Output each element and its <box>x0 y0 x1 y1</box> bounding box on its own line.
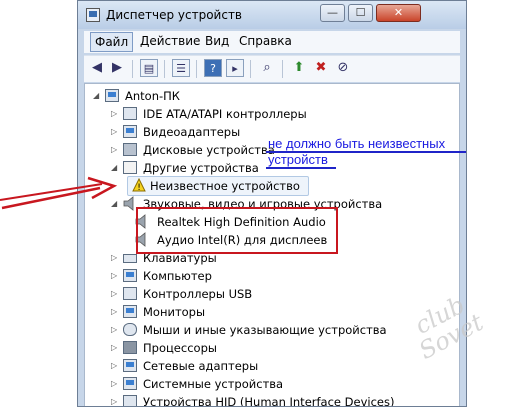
processor-icon <box>123 341 137 354</box>
system-device-icon <box>123 377 137 390</box>
tree-item-label: Мыши и иные указывающие устройства <box>143 323 387 337</box>
close-button[interactable]: ✕ <box>376 4 421 22</box>
tree-item-system-devices[interactable]: ▷ Системные устройства <box>111 375 311 393</box>
highlight-box-audio-devices <box>136 207 338 254</box>
menu-help[interactable]: Справка <box>239 34 292 48</box>
tree-item-processors[interactable]: ▷ Процессоры <box>111 339 311 357</box>
display-adapter-icon <box>123 125 137 138</box>
update-driver-icon[interactable]: ⬆ <box>290 59 308 77</box>
maximize-button[interactable]: ☐ <box>348 4 373 22</box>
tree-item-label: Устройства HID (Human Interface Devices) <box>143 395 395 406</box>
tree-item-label: IDE ATA/ATAPI контроллеры <box>143 107 307 121</box>
tree-item-label: Контроллеры USB <box>143 287 253 301</box>
tree-item-label: Видеоадаптеры <box>143 125 241 139</box>
window-title: Диспетчер устройств <box>106 8 243 22</box>
tree-item-computer[interactable]: ▷ Компьютер <box>111 267 311 285</box>
action-pane-icon[interactable]: ▸ <box>226 59 244 77</box>
menu-view[interactable]: Вид <box>205 34 229 48</box>
back-arrow-icon[interactable]: ◀ <box>88 59 106 77</box>
toolbar: ◀ ▶ ▤ ☰ ? ▸ ⌕ ⬆ ✖ ⊘ <box>84 55 460 82</box>
collapse-arrow-icon[interactable]: ◢ <box>93 91 99 100</box>
expand-arrow-icon[interactable]: ▷ <box>111 271 117 280</box>
tree-item-label: Компьютер <box>143 269 212 283</box>
toolbar-divider <box>132 60 133 78</box>
computer-icon <box>123 269 137 282</box>
toolbar-divider <box>282 60 283 78</box>
ide-controller-icon <box>123 107 137 120</box>
expand-arrow-icon[interactable]: ▷ <box>111 379 117 388</box>
disable-device-icon[interactable]: ⊘ <box>334 59 352 77</box>
expand-arrow-icon[interactable]: ▷ <box>111 307 117 316</box>
network-adapter-icon <box>123 359 137 372</box>
expand-arrow-icon[interactable]: ▷ <box>111 361 117 370</box>
annotation-underline <box>266 167 336 169</box>
hid-icon <box>123 395 137 406</box>
tree-item-label: Дисковые устройства <box>143 143 275 157</box>
tree-item-label: Процессоры <box>143 341 217 355</box>
tree-item-label: Неизвестное устройство <box>150 179 300 193</box>
forward-arrow-icon[interactable]: ▶ <box>108 59 126 77</box>
device-manager-icon <box>86 8 100 22</box>
uninstall-icon[interactable]: ✖ <box>312 59 330 77</box>
computer-icon <box>105 89 119 102</box>
tree-item-usb-controllers[interactable]: ▷ Контроллеры USB <box>111 285 311 303</box>
properties-icon[interactable]: ☰ <box>172 59 190 77</box>
help-icon[interactable]: ? <box>204 59 222 77</box>
toolbar-divider <box>196 60 197 78</box>
expand-arrow-icon[interactable]: ▷ <box>111 127 117 136</box>
menu-bar: Файл Действие Вид Справка <box>84 31 460 53</box>
toolbar-divider <box>164 60 165 78</box>
menu-file[interactable]: Файл <box>90 32 134 52</box>
tree-item-unknown-device[interactable]: ! Неизвестное устройство <box>127 176 309 196</box>
title-bar[interactable]: Диспетчер устройств — ☐ ✕ <box>78 1 466 29</box>
minimize-button[interactable]: — <box>320 4 345 22</box>
annotation-text-line2: устройств <box>268 152 328 167</box>
scan-hardware-icon[interactable]: ⌕ <box>258 59 276 77</box>
expand-arrow-icon[interactable]: ▷ <box>111 325 117 334</box>
monitor-icon <box>123 305 137 318</box>
tree-item-label: Системные устройства <box>143 377 284 391</box>
tree-item-label: Другие устройства <box>143 161 259 175</box>
tree-item-network-adapters[interactable]: ▷ Сетевые адаптеры <box>111 357 311 375</box>
menu-action[interactable]: Действие <box>140 34 200 48</box>
expand-arrow-icon[interactable]: ▷ <box>111 145 117 154</box>
usb-icon <box>123 287 137 300</box>
keyboard-icon <box>123 254 137 263</box>
expand-arrow-icon[interactable]: ▷ <box>111 289 117 298</box>
toolbar-divider <box>250 60 251 78</box>
expand-arrow-icon[interactable]: ▷ <box>111 109 117 118</box>
tree-root[interactable]: ◢ Anton-ПК <box>93 87 293 105</box>
tree-item-label: Мониторы <box>143 305 206 319</box>
expand-arrow-icon[interactable]: ▷ <box>111 253 117 262</box>
tree-item-ide[interactable]: ▷ IDE ATA/ATAPI контроллеры <box>111 105 351 123</box>
tree-item-hid[interactable]: ▷ Устройства HID (Human Interface Device… <box>111 393 395 406</box>
red-arrow-annotation <box>0 176 118 210</box>
expand-arrow-icon[interactable]: ▷ <box>111 343 117 352</box>
tree-item-monitors[interactable]: ▷ Мониторы <box>111 303 311 321</box>
show-hide-tree-icon[interactable]: ▤ <box>140 59 158 77</box>
mouse-icon <box>123 323 137 336</box>
tree-item-label: Сетевые адаптеры <box>143 359 259 373</box>
tree-item-mice[interactable]: ▷ Мыши и иные указывающие устройства <box>111 321 387 339</box>
tree-root-label: Anton-ПК <box>125 89 180 103</box>
expand-arrow-icon[interactable]: ▷ <box>111 397 117 406</box>
annotation-text-line1: не должно быть неизвестных <box>268 136 446 151</box>
disk-drive-icon <box>123 143 137 156</box>
